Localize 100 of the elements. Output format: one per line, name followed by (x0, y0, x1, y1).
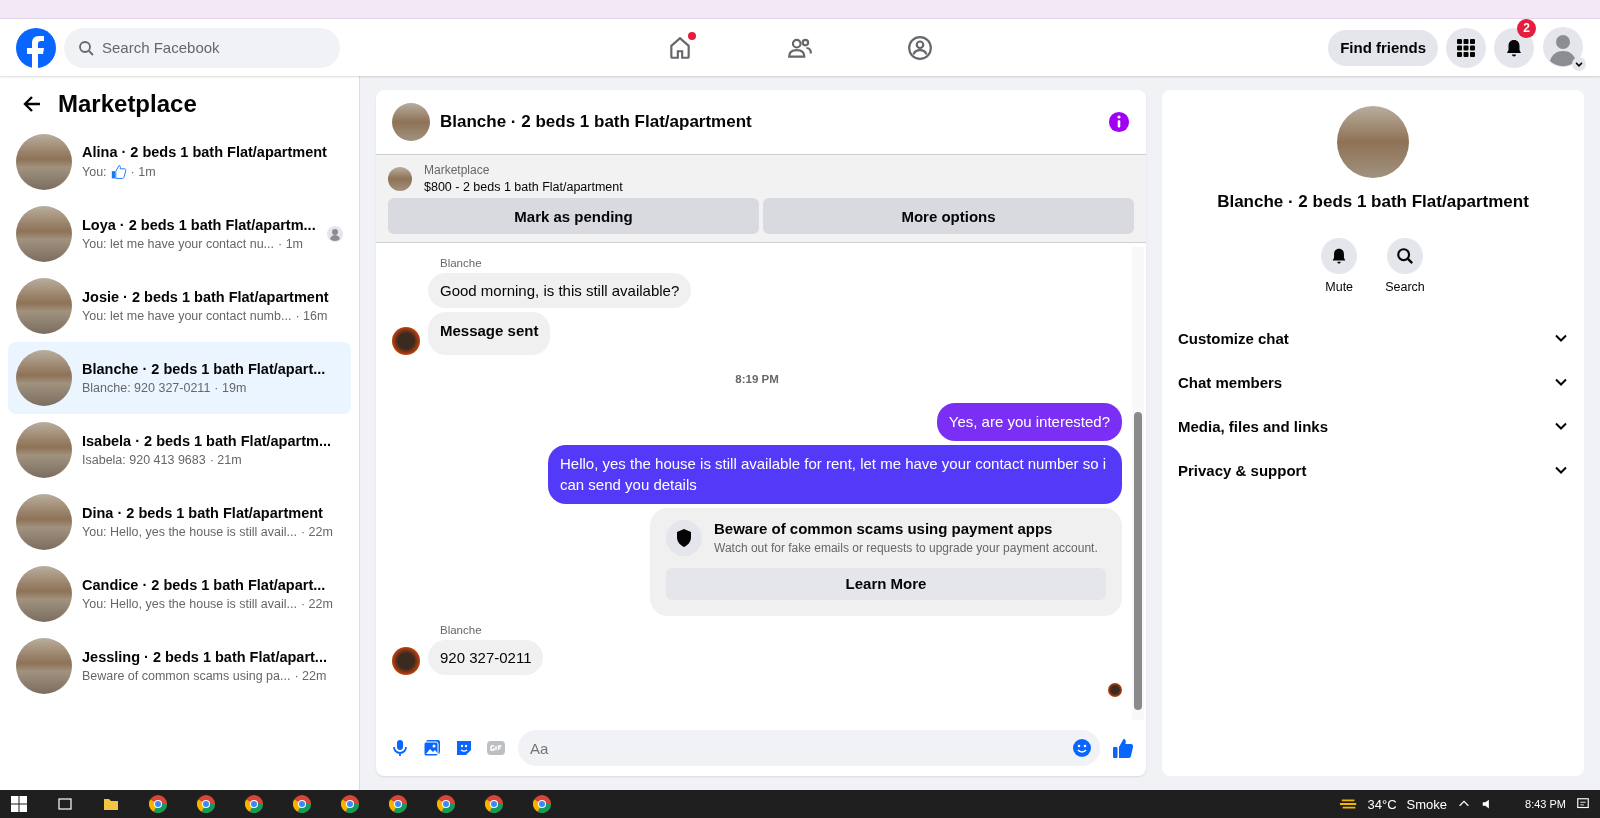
conversation-title: Jessling · 2 beds 1 bath Flat/apart... (82, 649, 328, 665)
message-preview: You: Hello, yes the house is still avail... (82, 597, 297, 611)
emoji-icon[interactable] (1072, 738, 1092, 758)
sidebar-title: Marketplace (58, 90, 197, 118)
notification-dot (688, 31, 696, 40)
shield-icon (666, 519, 702, 556)
conversation-title: Dina · 2 beds 1 bath Flat/apartment (82, 505, 324, 521)
browser-taskbar-icon[interactable] (244, 794, 264, 814)
listing-photo-placeholder (388, 166, 412, 191)
sender-name: Blanche (440, 257, 483, 269)
listing-action-button[interactable]: More options (763, 198, 1134, 234)
outgoing-message: Hello, yes the house is still available for rent, let me have your contact number so i can send you details (548, 445, 1122, 504)
message-preview: Beware of common scams using pa... (82, 669, 291, 683)
back-arrow-icon[interactable] (22, 94, 42, 114)
sender-name: Blanche (440, 623, 483, 636)
conversation-item[interactable]: Alina · 2 beds 1 bath Flat/apartment You: · 1m (8, 126, 351, 198)
chevron-down-icon (1572, 56, 1586, 71)
conversation-item[interactable]: Dina · 2 beds 1 bath Flat/apartment You: Hello, yes the house is still avail... · 22m (8, 486, 351, 558)
message-time: · 21m (209, 453, 242, 467)
message-preview: You: let me have your contact numb... (82, 309, 292, 323)
chat-name: Blanche · 2 beds 1 bath Flat/apartment (1217, 192, 1529, 212)
listing-photo-placeholder (16, 134, 72, 190)
message-input[interactable]: Aa (518, 730, 1100, 766)
conversation-title: Josie · 2 beds 1 bath Flat/apartment (82, 289, 330, 305)
warning-text: Watch out for fake emails or requests to upgrade your payment account. (714, 541, 1098, 556)
search-field[interactable]: Search Facebook (64, 27, 340, 68)
browser-taskbar-icon[interactable] (196, 794, 216, 814)
sticker-icon[interactable] (454, 738, 474, 758)
menu-button[interactable] (1446, 27, 1486, 68)
conversation-item[interactable]: Josie · 2 beds 1 bath Flat/apartment You: let me have your contact numb... · 16m (8, 270, 351, 342)
incoming-message: Good morning, is this still available? (428, 273, 692, 308)
message-time: · 22m (300, 597, 333, 611)
search-icon (78, 39, 94, 56)
conversation-item[interactable]: Isabela · 2 beds 1 bath Flat/apartm... Isabela: 920 413 9683 · 21m (8, 414, 351, 486)
incoming-message: Message sent (428, 312, 551, 355)
account-avatar[interactable] (1542, 26, 1584, 69)
learn-more-button[interactable]: Learn More (666, 567, 1106, 600)
bell-icon (1504, 37, 1524, 58)
browser-taskbar-icon[interactable] (148, 794, 168, 814)
timestamp: 8:19 PM (735, 373, 779, 385)
listing-photo-placeholder (16, 494, 72, 550)
folder-icon[interactable] (102, 796, 120, 812)
message-preview: Blanche: 920 327-0211 (82, 381, 211, 395)
listing-price: $800 - 2 beds 1 bath Flat/apartment (424, 180, 623, 194)
section-header[interactable]: Customize chat (1178, 316, 1568, 360)
home-icon (667, 34, 693, 61)
section-header[interactable]: Chat members (1178, 360, 1568, 404)
find-friends-button[interactable]: Find friends (1328, 29, 1438, 66)
outgoing-message: Yes, are you interested? (936, 403, 1122, 442)
conversation-item[interactable]: Candice · 2 beds 1 bath Flat/apart... You: Hello, yes the house is still avail... · 22m (8, 558, 351, 630)
listing-source: Marketplace (424, 163, 491, 177)
listing-photo-placeholder (16, 350, 72, 406)
listing-photo-placeholder (16, 566, 72, 622)
conversation-item[interactable]: Jessling · 2 beds 1 bath Flat/apart... Beware of common scams using pa... · 22m (8, 630, 351, 702)
warning-title: Beware of common scams using payment apps (714, 520, 1054, 538)
image-icon[interactable] (422, 738, 442, 758)
browser-taskbar-icon[interactable] (340, 794, 360, 814)
conversation-item[interactable]: Blanche · 2 beds 1 bath Flat/apart... Blanche: 920 327-0211 · 19m (8, 342, 351, 414)
browser-taskbar-icon[interactable] (532, 794, 552, 814)
message-time: · 22m (300, 525, 333, 539)
browser-taskbar-icon[interactable] (292, 794, 312, 814)
listing-photo-placeholder (16, 638, 72, 694)
windows-start-icon[interactable] (10, 796, 28, 812)
listing-photo-placeholder (16, 206, 72, 262)
message-time: · 16m (295, 309, 328, 323)
message-time: · 1m (130, 165, 156, 179)
notification-center-icon[interactable] (1576, 797, 1590, 811)
facebook-logo[interactable] (16, 27, 56, 68)
read-receipt-avatar (1108, 682, 1122, 697)
chat-title: Blanche · 2 beds 1 bath Flat/apartment (440, 112, 753, 132)
browser-taskbar-icon[interactable] (484, 794, 504, 814)
message-time: · 1m (278, 237, 304, 251)
task-view-icon[interactable] (56, 796, 74, 812)
info-icon[interactable] (1108, 111, 1130, 133)
browser-taskbar-icon[interactable] (388, 794, 408, 814)
conversation-title: Blanche · 2 beds 1 bath Flat/apart... (82, 361, 327, 377)
message-preview: Isabela: 920 413 9683 (82, 453, 206, 467)
section-header[interactable]: Privacy & support (1178, 448, 1568, 492)
temperature: 34°C (1367, 796, 1397, 812)
section-header[interactable]: Media, files and links (1178, 404, 1568, 448)
message-time: · 22m (294, 669, 327, 683)
microphone-icon[interactable] (390, 738, 410, 758)
conversation-title: Alina · 2 beds 1 bath Flat/apartment (82, 144, 328, 160)
message-time: · 19m (214, 381, 247, 395)
search-icon (1396, 247, 1414, 265)
thumbs-up-icon[interactable] (1112, 737, 1134, 759)
message-preview: You: (82, 165, 107, 179)
listing-action-button[interactable]: Mark as pending (388, 198, 759, 234)
weather-condition: Smoke (1406, 796, 1448, 812)
listing-photo-placeholder (16, 422, 72, 478)
conversation-item[interactable]: Loya · 2 beds 1 bath Flat/apartm... You: let me have your contact nu... · 1m (8, 198, 351, 270)
message-preview: You: Hello, yes the house is still avail... (82, 525, 297, 539)
listing-photo-placeholder (392, 103, 430, 141)
message-preview: You: let me have your contact nu... (82, 237, 275, 251)
incoming-message: 920 327-0211 (428, 639, 544, 675)
person-silhouette-icon (1543, 26, 1583, 67)
grid-icon (1456, 37, 1476, 58)
listing-photo-placeholder (16, 278, 72, 334)
browser-taskbar-icon[interactable] (436, 794, 456, 814)
scrollbar[interactable] (1132, 247, 1144, 720)
